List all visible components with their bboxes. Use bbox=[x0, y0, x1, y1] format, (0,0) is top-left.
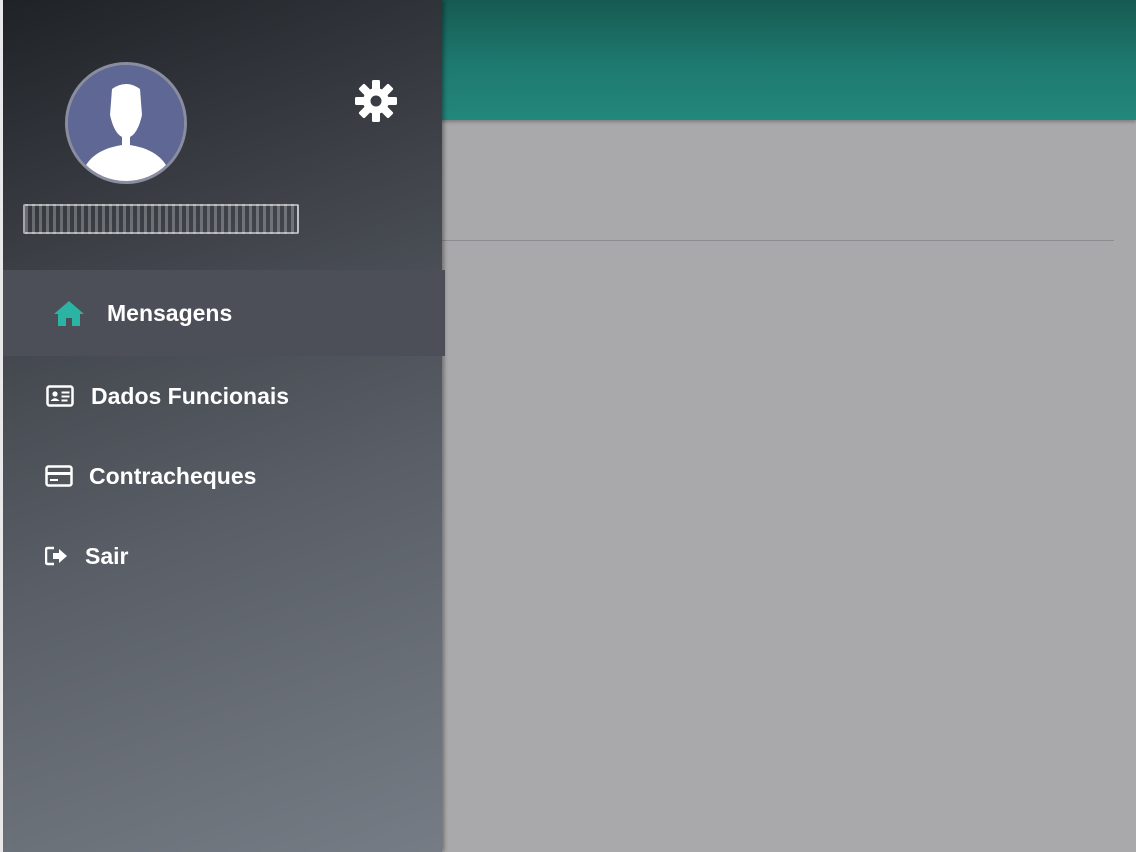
menu-item-label: Dados Funcionais bbox=[91, 382, 290, 409]
user-silhouette-icon bbox=[68, 65, 184, 181]
menu-item-contracheques[interactable]: Contracheques bbox=[3, 436, 445, 516]
credit-card-icon bbox=[45, 465, 73, 487]
menu-item-label: Sair bbox=[85, 542, 129, 569]
content-divider bbox=[442, 240, 1114, 241]
settings-button[interactable] bbox=[353, 78, 399, 124]
user-name-redacted bbox=[23, 204, 299, 234]
menu-item-mensagens[interactable]: Mensagens bbox=[3, 270, 445, 356]
menu-item-dados-funcionais[interactable]: Dados Funcionais bbox=[3, 356, 445, 436]
drawer-menu: Mensagens Dados Funcionais Contracheques… bbox=[3, 270, 445, 596]
logout-icon bbox=[45, 546, 69, 566]
gear-icon bbox=[355, 80, 397, 122]
id-card-icon bbox=[45, 385, 75, 407]
navigation-drawer[interactable]: Mensagens Dados Funcionais Contracheques… bbox=[0, 0, 445, 852]
home-icon bbox=[51, 299, 87, 327]
menu-item-label: Contracheques bbox=[89, 462, 257, 489]
profile-header bbox=[3, 0, 445, 270]
app-screen: Mensagens Dados Funcionais Contracheques… bbox=[0, 0, 1136, 852]
menu-item-label: Mensagens bbox=[107, 299, 233, 326]
menu-item-sair[interactable]: Sair bbox=[3, 516, 445, 596]
avatar[interactable] bbox=[65, 62, 187, 184]
